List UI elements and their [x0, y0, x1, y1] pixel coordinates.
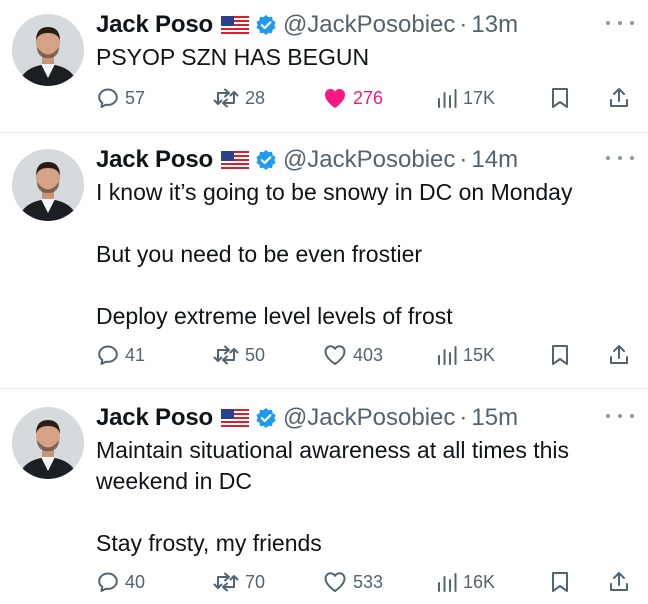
views-button[interactable]: 17K	[436, 85, 495, 111]
timestamp[interactable]: 15m	[471, 403, 518, 433]
reply-count: 57	[125, 87, 146, 108]
view-count: 15K	[463, 344, 496, 365]
more-dots-icon[interactable]	[606, 411, 634, 421]
like-count: 533	[353, 571, 384, 592]
separator-dot: ·	[459, 404, 468, 431]
author-handle[interactable]: @JackPosobiec	[283, 145, 455, 175]
author-name[interactable]: Jack Poso	[96, 10, 213, 40]
author-name[interactable]: Jack Poso	[96, 403, 213, 433]
tweet-text: PSYOP SZN HAS BEGUN	[96, 42, 626, 73]
us-flag-icon	[220, 408, 249, 428]
author-handle[interactable]: @JackPosobiec	[283, 10, 455, 40]
speech-bubble-icon	[98, 572, 118, 592]
share-arrow-icon	[610, 345, 628, 364]
verified-badge-icon	[256, 15, 276, 35]
separator-dot: ·	[459, 146, 468, 173]
timestamp[interactable]: 14m	[471, 145, 518, 175]
tweet[interactable]: Jack Poso @JackPosobiec · 14m I know it’…	[0, 133, 648, 387]
retweet-arrows-icon	[213, 88, 239, 108]
avatar[interactable]	[12, 407, 84, 479]
view-count: 16K	[463, 571, 496, 592]
tweet-paragraph: PSYOP SZN HAS BEGUN	[96, 44, 370, 70]
avatar[interactable]	[12, 149, 84, 221]
speech-bubble-icon	[98, 345, 118, 365]
like-button[interactable]: 403	[322, 342, 383, 368]
tweet-header: Jack Poso @JackPosobiec · 14m	[96, 145, 518, 175]
tweet-text: Maintain situational awareness at all ti…	[96, 435, 626, 559]
author-name[interactable]: Jack Poso	[96, 145, 213, 175]
retweet-count: 28	[245, 87, 266, 108]
retweet-button[interactable]: 28	[212, 85, 265, 111]
us-flag-icon	[220, 15, 249, 35]
speech-bubble-icon	[98, 88, 118, 108]
author-handle[interactable]: @JackPosobiec	[283, 403, 455, 433]
like-count: 276	[353, 87, 384, 108]
us-flag-icon	[220, 150, 249, 170]
retweet-count: 70	[245, 571, 266, 592]
reply-count: 41	[125, 344, 146, 365]
tweet-feed: Jack Poso @JackPosobiec · 13m PSYOP SZN …	[0, 0, 648, 604]
reply-button[interactable]: 41	[96, 342, 145, 368]
like-button[interactable]: 276	[322, 85, 383, 111]
timestamp[interactable]: 13m	[471, 10, 518, 40]
bookmark-icon	[552, 88, 568, 108]
more-dots-icon[interactable]	[606, 18, 634, 28]
avatar[interactable]	[12, 14, 84, 86]
bar-chart-icon	[438, 89, 457, 108]
tweet-actions: 41 50 403 15K	[0, 342, 648, 368]
bookmark-button[interactable]	[550, 342, 570, 368]
retweet-arrows-icon	[213, 572, 239, 592]
more-dots-icon[interactable]	[606, 153, 634, 163]
tweet-paragraph: Deploy extreme level levels of frost	[96, 303, 453, 329]
reply-button[interactable]: 40	[96, 569, 145, 595]
verified-badge-icon	[256, 408, 276, 428]
heart-icon	[324, 345, 346, 365]
retweet-button[interactable]: 70	[212, 569, 265, 595]
tweet-actions: 40 70 533 16K	[0, 569, 648, 595]
share-arrow-icon	[610, 88, 628, 107]
share-button[interactable]	[608, 569, 630, 595]
bar-chart-icon	[438, 573, 457, 592]
bar-chart-icon	[438, 346, 457, 365]
view-count: 17K	[463, 87, 496, 108]
tweet-paragraph: I know it’s going to be snowy in DC on M…	[96, 179, 573, 205]
like-button[interactable]: 533	[322, 569, 383, 595]
tweet-header: Jack Poso @JackPosobiec · 13m	[96, 10, 518, 40]
retweet-button[interactable]: 50	[212, 342, 265, 368]
heart-icon	[325, 89, 345, 108]
heart-icon	[324, 572, 346, 592]
retweet-arrows-icon	[213, 345, 239, 365]
views-button[interactable]: 16K	[436, 569, 495, 595]
tweet-text: I know it’s going to be snowy in DC on M…	[96, 177, 626, 332]
reply-count: 40	[125, 571, 146, 592]
tweet[interactable]: Jack Poso @JackPosobiec · 15m Maintain s…	[0, 389, 648, 604]
bookmark-icon	[552, 572, 568, 592]
views-button[interactable]: 15K	[436, 342, 495, 368]
tweet-paragraph: But you need to be even frostier	[96, 241, 423, 267]
tweet-paragraph: Stay frosty, my friends	[96, 530, 322, 556]
bookmark-icon	[552, 345, 568, 365]
share-arrow-icon	[610, 572, 628, 591]
verified-badge-icon	[256, 150, 276, 170]
reply-button[interactable]: 57	[96, 85, 145, 111]
retweet-count: 50	[245, 344, 266, 365]
bookmark-button[interactable]	[550, 85, 570, 111]
like-count: 403	[353, 344, 384, 365]
separator-dot: ·	[459, 11, 468, 38]
bookmark-button[interactable]	[550, 569, 570, 595]
tweet[interactable]: Jack Poso @JackPosobiec · 13m PSYOP SZN …	[0, 0, 648, 130]
share-button[interactable]	[608, 342, 630, 368]
tweet-actions: 57 28 276 17K	[0, 85, 648, 111]
tweet-paragraph: Maintain situational awareness at all ti…	[96, 437, 570, 494]
share-button[interactable]	[608, 85, 630, 111]
tweet-header: Jack Poso @JackPosobiec · 15m	[96, 403, 518, 433]
